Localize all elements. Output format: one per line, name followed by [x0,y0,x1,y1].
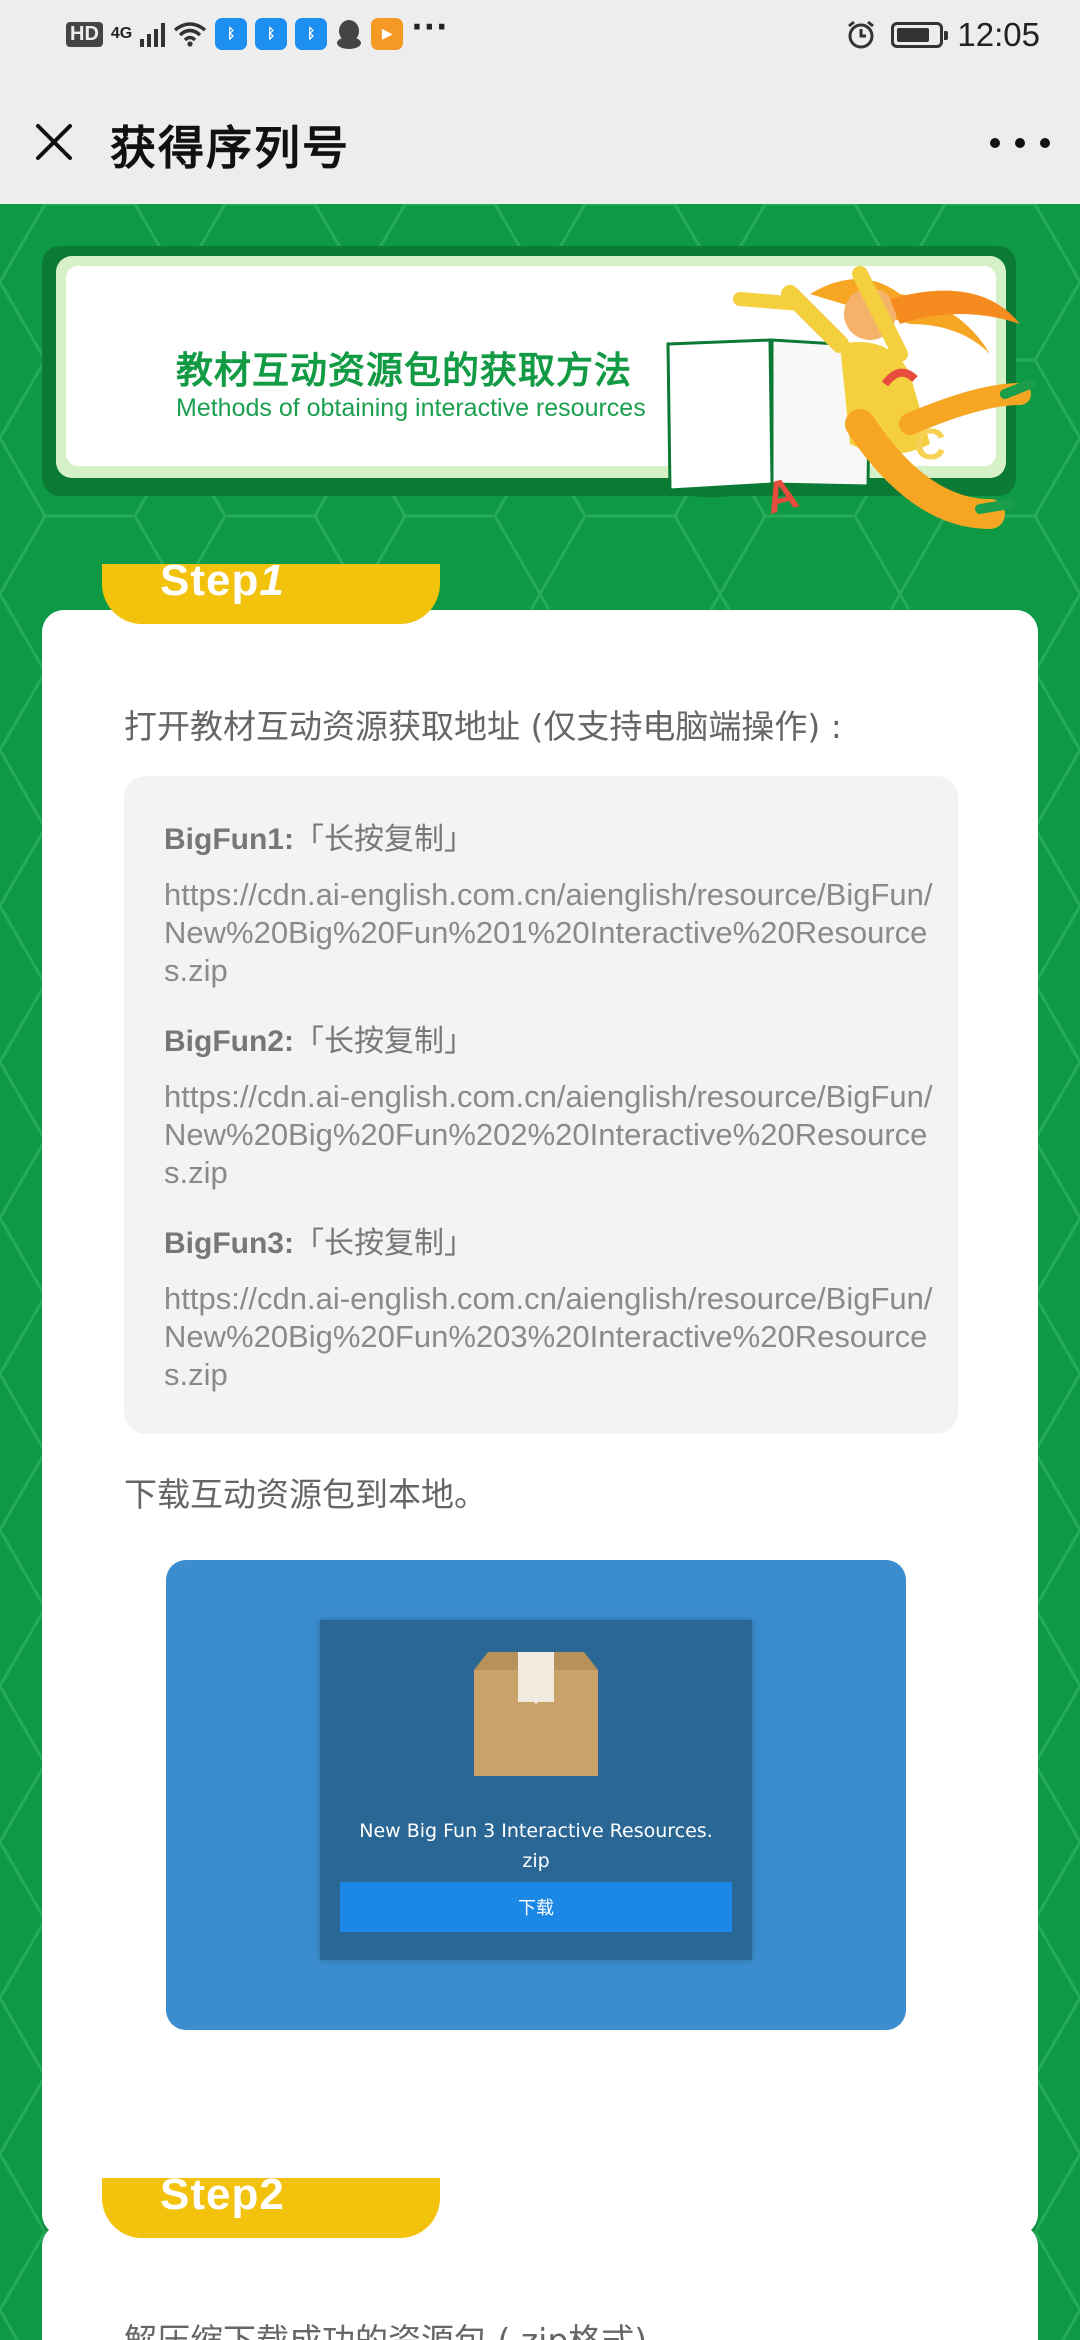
svg-text:C: C [914,420,946,469]
battery-icon [891,22,949,48]
clock: 12:05 [957,16,1040,53]
long-press-copy-hint: 「长按复制」 [293,1025,474,1058]
step2-intro-text: 解压缩下载成功的资源包 (.zip格式) [124,2314,647,2340]
status-left-icons: HD 4G ᛒ ᛒ ᛒ ▶ ··· [66,10,448,50]
filename-line1: New Big Fun 3 Interactive Resources. [359,1820,713,1842]
dot-icon [990,138,1000,148]
long-press-copy-hint: 「长按复制」 [293,1227,474,1260]
link-url[interactable]: https://cdn.ai-english.com.cn/aienglish/… [164,1078,934,1192]
girl-reading-book-illustration: A C [666,266,1035,529]
link-name: BigFun3:「长按复制」 [164,1218,934,1262]
download-panel: New Big Fun 3 Interactive Resources. zip… [320,1620,752,1960]
link-url[interactable]: https://cdn.ai-english.com.cn/aienglish/… [164,1280,934,1394]
download-screenshot-image: New Big Fun 3 Interactive Resources. zip… [166,1560,906,2030]
banner-subtitle: Methods of obtaining interactive resourc… [176,394,646,422]
close-button[interactable] [26,114,82,170]
step1-label: Step1 [160,556,285,606]
alarm-icon [848,20,875,49]
step1-label-number: 1 [259,556,285,605]
step1-intro-text: 打开教材互动资源获取地址 (仅支持电脑端操作) : [124,707,842,746]
status-right-icons: 12:05 [845,16,1040,54]
link-url[interactable]: https://cdn.ai-english.com.cn/aienglish/… [164,876,934,990]
link-item[interactable]: BigFun1:「长按复制」 https://cdn.ai-english.co… [164,814,934,990]
package-box-icon [474,1652,598,1776]
link-name: BigFun2:「长按复制」 [164,1016,934,1060]
network-type: 4G [110,25,133,42]
qq-penguin-icon [337,20,362,49]
hd-badge: HD [66,21,103,47]
step2-label-number: 2 [259,2170,285,2219]
bluetooth-app-icon: ᛒ [215,18,248,50]
download-button: 下载 [340,1882,732,1932]
more-options-button[interactable] [990,128,1050,158]
filename-line2: zip [522,1850,550,1872]
bluetooth-app-icon: ᛒ [295,18,328,50]
long-press-copy-hint: 「长按复制」 [293,823,474,856]
download-links-box: BigFun1:「长按复制」 https://cdn.ai-english.co… [124,776,958,1434]
link-name: BigFun1:「长按复制」 [164,814,934,858]
more-notifications-icon: ··· [411,9,449,45]
link-label: BigFun1: [164,823,294,856]
page-title: 获得序列号 [110,121,350,175]
dot-icon [1040,138,1050,148]
nav-bar: 获得序列号 [0,72,1080,204]
page-content[interactable]: 教材互动资源包的获取方法 Methods of obtaining intera… [0,204,1080,2340]
link-label: BigFun2: [164,1025,294,1058]
status-bar: HD 4G ᛒ ᛒ ᛒ ▶ ··· 12:05 [0,0,1080,72]
link-item[interactable]: BigFun2:「长按复制」 https://cdn.ai-english.co… [164,1016,934,1192]
dot-icon [1015,138,1025,148]
step2-label-prefix: Step [160,2170,260,2219]
battery-level [897,28,930,42]
banner-title: 教材互动资源包的获取方法 [176,349,632,392]
link-item[interactable]: BigFun3:「长按复制」 https://cdn.ai-english.co… [164,1218,934,1394]
link-label: BigFun3: [164,1227,294,1260]
download-filename: New Big Fun 3 Interactive Resources. zip [330,1816,742,1876]
bluetooth-app-icon: ᛒ [255,18,288,50]
download-instruction-text: 下载互动资源包到本地。 [124,1475,487,1514]
wifi-icon [174,22,207,47]
video-app-icon: ▶ [371,18,404,50]
step2-label: Step2 [160,2170,285,2220]
close-icon [36,124,72,160]
step1-label-prefix: Step [160,556,260,605]
signal-icon [140,21,166,47]
